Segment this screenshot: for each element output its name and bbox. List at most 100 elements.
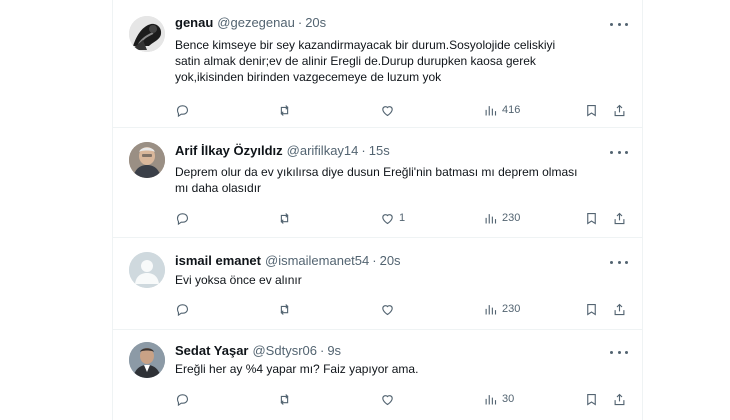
bookmark-button[interactable] <box>584 101 599 119</box>
reply-button[interactable] <box>175 101 190 119</box>
share-button[interactable] <box>612 101 627 119</box>
reply-icon <box>176 212 189 225</box>
tweet-header: Arif İlkay Özyıldız @arifilkay14 · 15s <box>175 143 390 158</box>
tweet-text-line: mı daha olasıdır <box>175 181 262 195</box>
tweet-text: Bence kimseye bir sey kazandirmayacak bi… <box>175 37 625 85</box>
share-icon <box>614 212 625 224</box>
heart-icon <box>382 304 393 315</box>
avatar-image <box>129 342 165 378</box>
bookmark-button[interactable] <box>584 390 599 408</box>
views-icon <box>485 213 497 223</box>
bookmark-button[interactable] <box>584 209 599 227</box>
heart-icon <box>382 394 393 405</box>
tweet-actions: 30 <box>175 390 631 408</box>
share-button[interactable] <box>612 209 627 227</box>
like-button[interactable] <box>380 300 399 318</box>
like-button[interactable]: 1 <box>380 209 405 227</box>
separator: · <box>319 343 325 358</box>
avatar[interactable] <box>129 342 165 378</box>
avatar-image <box>129 142 165 178</box>
timestamp[interactable]: 20s <box>380 253 401 268</box>
display-name[interactable]: genau <box>175 15 213 30</box>
views-button[interactable]: 30 <box>483 390 514 408</box>
timestamp[interactable]: 9s <box>327 343 341 358</box>
timestamp[interactable]: 20s <box>305 15 326 30</box>
like-button[interactable] <box>380 390 399 408</box>
avatar-image <box>129 16 165 52</box>
timeline: genau @gezegenau · 20s Bence kimseye bir… <box>112 0 643 420</box>
bookmark-icon <box>587 393 596 406</box>
avatar[interactable] <box>129 142 165 178</box>
display-name[interactable]: Arif İlkay Özyıldız <box>175 143 283 158</box>
share-icon <box>614 303 625 315</box>
user-handle[interactable]: @gezegenau <box>217 15 295 30</box>
tweet[interactable]: ismail emanet @ismailemanet54 · 20s Evi … <box>113 238 642 330</box>
separator: · <box>372 253 377 268</box>
reply-icon <box>176 303 189 316</box>
tweet[interactable]: Sedat Yaşar @Sdtysr06 · 9s Ereğli her ay… <box>113 330 642 420</box>
bookmark-icon <box>587 212 596 225</box>
heart-icon <box>382 213 393 224</box>
views-icon <box>485 105 497 115</box>
tweet-header: Sedat Yaşar @Sdtysr06 · 9s <box>175 343 341 358</box>
avatar[interactable] <box>129 252 165 288</box>
retweet-icon <box>280 303 289 315</box>
reply-button[interactable] <box>175 300 190 318</box>
display-name[interactable]: ismail emanet <box>175 253 261 268</box>
retweet-icon <box>280 212 289 224</box>
user-handle[interactable]: @Sdtysr06 <box>252 343 317 358</box>
views-button[interactable]: 230 <box>483 209 520 227</box>
more-icon[interactable] <box>610 148 628 156</box>
user-handle[interactable]: @arifilkay14 <box>287 143 359 158</box>
timestamp[interactable]: 15s <box>369 143 390 158</box>
like-count: 1 <box>399 212 406 224</box>
separator: · <box>297 15 303 30</box>
view-count: 230 <box>502 303 521 315</box>
more-icon[interactable] <box>610 258 628 266</box>
bookmark-button[interactable] <box>584 300 599 318</box>
tweet-text-line: Deprem olur da ev yıkılırsa diye dusun E… <box>175 165 578 179</box>
retweet-button[interactable] <box>277 390 292 408</box>
reply-button[interactable] <box>175 209 190 227</box>
tweet-text-line: satin almak denir;ev de alinir Eregli de… <box>175 54 536 68</box>
tweet-text-line: Evi yoksa önce ev alınır <box>175 273 302 287</box>
tweet-text: Deprem olur da ev yıkılırsa diye dusun E… <box>175 164 625 196</box>
tweet-actions: 416 <box>175 101 631 119</box>
bookmark-icon <box>587 104 596 117</box>
reply-button[interactable] <box>175 390 190 408</box>
tweet[interactable]: genau @gezegenau · 20s Bence kimseye bir… <box>113 0 642 128</box>
view-count: 30 <box>502 393 515 405</box>
retweet-button[interactable] <box>277 209 292 227</box>
tweet-text-line: Bence kimseye bir sey kazandirmayacak bi… <box>175 38 556 52</box>
more-icon[interactable] <box>610 348 628 356</box>
share-button[interactable] <box>612 390 627 408</box>
bookmark-icon <box>587 303 596 316</box>
reply-icon <box>176 393 189 406</box>
tweet-header: genau @gezegenau · 20s <box>175 15 326 30</box>
views-icon <box>485 394 497 404</box>
more-icon[interactable] <box>610 20 628 28</box>
tweet[interactable]: Arif İlkay Özyıldız @arifilkay14 · 15s D… <box>113 128 642 238</box>
user-handle[interactable]: @ismailemanet54 <box>265 253 369 268</box>
tweet-text: Ereğli her ay %4 yapar mı? Faiz yapıyor … <box>175 361 625 377</box>
avatar[interactable] <box>129 16 165 52</box>
view-count: 416 <box>502 104 521 116</box>
default-avatar-icon <box>129 252 165 288</box>
retweet-button[interactable] <box>277 101 292 119</box>
retweet-icon <box>280 104 289 116</box>
display-name[interactable]: Sedat Yaşar <box>175 343 248 358</box>
views-button[interactable]: 230 <box>483 300 520 318</box>
retweet-button[interactable] <box>277 300 292 318</box>
like-button[interactable] <box>380 101 399 119</box>
views-icon <box>485 304 497 314</box>
tweet-text-line: Ereğli her ay %4 yapar mı? Faiz yapıyor … <box>175 362 419 376</box>
tweet-text-line: yok,ikisinden birinden vazgecemeye de lu… <box>175 70 442 84</box>
views-button[interactable]: 416 <box>483 101 520 119</box>
view-count: 230 <box>502 212 521 224</box>
tweet-header: ismail emanet @ismailemanet54 · 20s <box>175 253 401 268</box>
share-icon <box>614 393 625 405</box>
reply-icon <box>176 104 189 117</box>
tweet-actions: 230 <box>175 300 631 318</box>
tweet-text: Evi yoksa önce ev alınır <box>175 272 625 288</box>
share-button[interactable] <box>612 300 627 318</box>
